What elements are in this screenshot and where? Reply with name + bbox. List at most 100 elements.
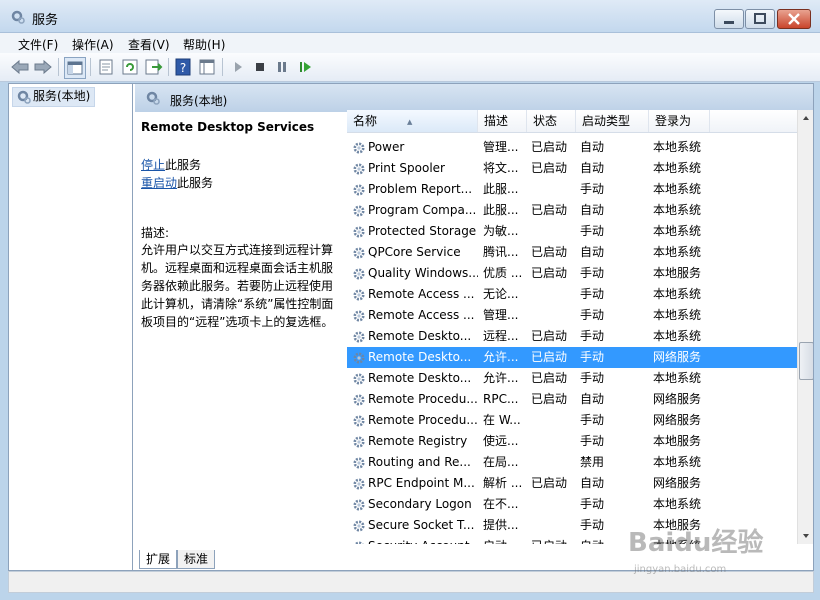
tab-extended[interactable]: 扩展 xyxy=(139,550,178,569)
back-arrow-icon[interactable] xyxy=(10,57,30,77)
console-view-icon[interactable] xyxy=(197,57,217,77)
table-row[interactable]: Protected Storage 为敏... 手动 本地系统 xyxy=(347,221,797,242)
resume-service-icon[interactable] xyxy=(295,57,315,77)
service-desc-cell: 管理... xyxy=(483,140,519,154)
column-logon-as[interactable]: 登录为 xyxy=(649,110,710,132)
table-row[interactable]: Remote Deskto... 允许... 已启动 手动 网络服务 xyxy=(347,347,797,368)
service-logon-cell: 本地系统 xyxy=(653,371,702,385)
table-row[interactable]: Remote Access ... 无论... 手动 本地系统 xyxy=(347,284,797,305)
service-startup-cell: 自动 xyxy=(580,476,605,490)
service-startup-cell: 自动 xyxy=(580,392,605,406)
table-row[interactable]: Remote Deskto... 远程... 已启动 手动 本地系统 xyxy=(347,326,797,347)
selected-service-name: Remote Desktop Services xyxy=(141,120,315,134)
table-row[interactable]: QPCore Service 腾讯... 已启动 自动 本地系统 xyxy=(347,242,797,263)
stop-service-link[interactable]: 停止 xyxy=(141,158,165,172)
table-row[interactable]: Quality Windows... 优质 ... 已启动 手动 本地服务 xyxy=(347,263,797,284)
stop-suffix: 此服务 xyxy=(165,158,202,172)
close-button[interactable] xyxy=(777,9,811,29)
service-startup-cell: 手动 xyxy=(580,413,605,427)
maximize-icon xyxy=(754,13,766,24)
service-gear-icon xyxy=(353,226,365,238)
panel-title: 服务(本地) xyxy=(170,94,228,108)
menu-action[interactable]: 操作(A) xyxy=(72,36,114,53)
help-icon[interactable]: ? xyxy=(173,57,193,77)
pause-service-icon[interactable] xyxy=(272,57,292,77)
scroll-down-icon[interactable] xyxy=(798,528,813,544)
toolbar-separator xyxy=(90,58,91,76)
table-row[interactable]: Print Spooler 将文... 已启动 自动 本地系统 xyxy=(347,158,797,179)
scrollbar-thumb[interactable] xyxy=(799,342,813,380)
service-logon-cell: 本地系统 xyxy=(653,245,702,259)
show-hide-tree-icon[interactable] xyxy=(64,57,86,79)
column-status[interactable]: 状态 xyxy=(527,110,576,132)
service-name-cell: Remote Procedu... xyxy=(368,413,478,427)
tab-standard[interactable]: 标准 xyxy=(177,550,216,569)
service-gear-icon xyxy=(353,268,365,280)
table-row[interactable]: Routing and Re... 在局... 禁用 本地系统 xyxy=(347,452,797,473)
maximize-button[interactable] xyxy=(745,9,775,29)
toolbar-separator xyxy=(58,58,59,76)
window-title: 服务 xyxy=(32,13,59,28)
tree-item-services-local[interactable]: 服务(本地) xyxy=(12,87,96,107)
vertical-scrollbar[interactable] xyxy=(797,110,813,544)
service-status-cell: 已启动 xyxy=(531,266,568,280)
service-desc-cell: 允许... xyxy=(483,350,519,364)
table-row[interactable]: Power 管理... 已启动 自动 本地系统 xyxy=(347,137,797,158)
main-content: 服务(本地) 服务(本地) Remote Desktop Services 停止… xyxy=(8,83,814,571)
minimize-button[interactable] xyxy=(714,9,744,29)
table-row[interactable]: Remote Deskto... 允许... 已启动 手动 本地系统 xyxy=(347,368,797,389)
stop-service-icon[interactable] xyxy=(250,57,270,77)
services-list: 名称 ▲ 描述 状态 启动类型 登录为 Power 管理... 已启动 自动 本地系统 P… xyxy=(347,110,813,544)
menu-help[interactable]: 帮助(H) xyxy=(183,36,225,53)
start-service-icon[interactable] xyxy=(228,57,248,77)
service-startup-cell: 自动 xyxy=(580,203,605,217)
menu-file[interactable]: 文件(F) xyxy=(18,36,58,53)
scroll-up-icon[interactable] xyxy=(798,110,813,126)
service-gear-icon xyxy=(353,184,365,196)
service-gear-icon xyxy=(353,310,365,322)
service-name-cell: Protected Storage xyxy=(368,224,477,238)
service-name-cell: RPC Endpoint M... xyxy=(368,476,475,490)
table-row[interactable]: Remote Procedu... RPC... 已启动 自动 网络服务 xyxy=(347,389,797,410)
table-row[interactable]: Program Compa... 此服... 已启动 自动 本地系统 xyxy=(347,200,797,221)
service-name-cell: Quality Windows... xyxy=(368,266,478,280)
service-desc-cell: RPC... xyxy=(483,392,519,406)
service-startup-cell: 自动 xyxy=(580,245,605,259)
table-row[interactable]: Remote Procedu... 在 W... 手动 网络服务 xyxy=(347,410,797,431)
restart-suffix: 此服务 xyxy=(177,176,214,190)
menu-view[interactable]: 查看(V) xyxy=(128,36,170,53)
table-row[interactable]: Remote Access ... 管理... 手动 本地系统 xyxy=(347,305,797,326)
service-name-cell: Power xyxy=(368,140,405,154)
service-desc-cell: 远程... xyxy=(483,329,519,343)
column-description[interactable]: 描述 xyxy=(478,110,527,132)
column-header: 名称 ▲ 描述 状态 启动类型 登录为 xyxy=(347,110,797,133)
service-desc-cell: 管理... xyxy=(483,308,519,322)
refresh-icon[interactable] xyxy=(120,57,140,77)
service-status-cell: 已启动 xyxy=(531,392,568,406)
table-row[interactable]: Problem Report... 此服... 手动 本地系统 xyxy=(347,179,797,200)
column-startup-type[interactable]: 启动类型 xyxy=(576,110,649,132)
service-gear-icon xyxy=(353,373,365,385)
service-status-cell: 已启动 xyxy=(531,476,568,490)
service-desc-cell: 腾讯... xyxy=(483,245,519,259)
service-gear-icon xyxy=(353,352,365,364)
export-list-icon[interactable] xyxy=(143,57,163,77)
service-logon-cell: 本地系统 xyxy=(653,497,702,511)
service-startup-cell: 手动 xyxy=(580,350,605,364)
service-name-cell: Security Account... xyxy=(368,536,478,544)
column-name[interactable]: 名称 ▲ xyxy=(347,110,478,132)
service-gear-icon xyxy=(353,331,365,343)
description-label: 描述: xyxy=(141,226,170,240)
properties-icon[interactable] xyxy=(96,57,116,77)
service-status-cell: 已启动 xyxy=(531,329,568,343)
table-row[interactable]: RPC Endpoint M... 解析 ... 已启动 自动 网络服务 xyxy=(347,473,797,494)
service-startup-cell: 手动 xyxy=(580,182,605,196)
service-name-cell: Remote Access ... xyxy=(368,308,475,322)
service-status-cell: 已启动 xyxy=(531,161,568,175)
service-name-cell: Program Compa... xyxy=(368,203,477,217)
table-row[interactable]: Secondary Logon 在不... 手动 本地系统 xyxy=(347,494,797,515)
table-row[interactable]: Remote Registry 使远... 手动 本地服务 xyxy=(347,431,797,452)
service-startup-cell: 禁用 xyxy=(580,455,605,469)
restart-service-link[interactable]: 重启动 xyxy=(141,176,177,190)
forward-arrow-icon[interactable] xyxy=(33,57,53,77)
